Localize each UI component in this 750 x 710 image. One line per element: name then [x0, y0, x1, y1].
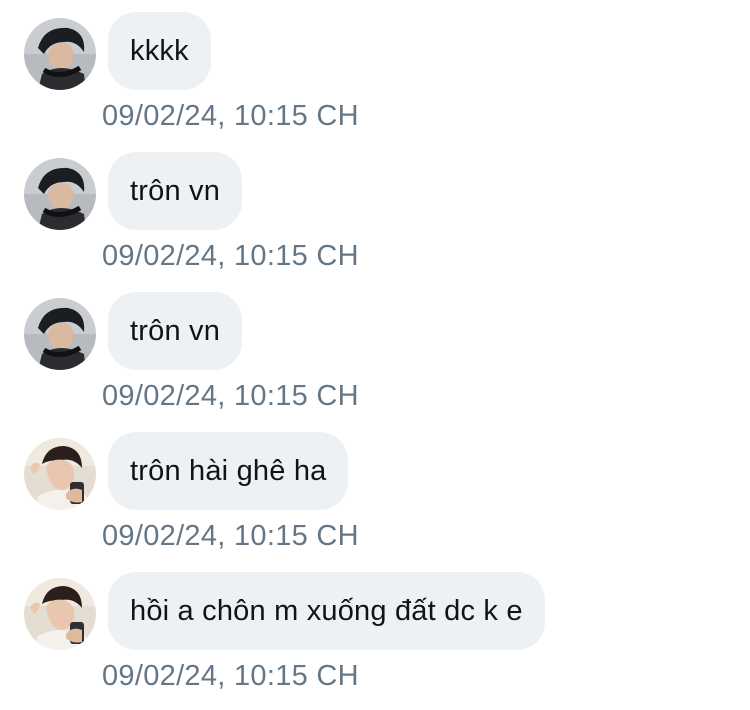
- avatar-photo: [24, 298, 96, 370]
- message-text: trôn hài ghê ha: [130, 454, 327, 487]
- message-row: hồi a chôn m xuống đất dc k e 09/02/24, …: [0, 560, 750, 700]
- avatar-photo: [24, 438, 96, 510]
- message-row: trôn hài ghê ha 09/02/24, 10:15 CH: [0, 420, 750, 560]
- message-row: trôn vn 09/02/24, 10:15 CH: [0, 140, 750, 280]
- avatar[interactable]: [24, 158, 96, 230]
- message-bubble[interactable]: kkkk: [108, 12, 211, 90]
- message-timestamp: 09/02/24, 10:15 CH: [102, 240, 359, 272]
- avatar-photo: [24, 578, 96, 650]
- avatar[interactable]: [24, 298, 96, 370]
- message-text: trôn vn: [130, 174, 221, 207]
- message-bubble[interactable]: trôn hài ghê ha: [108, 432, 349, 510]
- message-text: hồi a chôn m xuống đất dc k e: [130, 594, 523, 627]
- message-bubble[interactable]: hồi a chôn m xuống đất dc k e: [108, 572, 545, 650]
- avatar[interactable]: [24, 438, 96, 510]
- avatar-photo: [24, 158, 96, 230]
- message-text: kkkk: [130, 34, 189, 67]
- message-timestamp: 09/02/24, 10:15 CH: [102, 660, 359, 692]
- message-bubble[interactable]: trôn vn: [108, 292, 243, 370]
- avatar[interactable]: [24, 18, 96, 90]
- message-thread: kkkk 09/02/24, 10:15 CH trôn vn 09/02/24…: [0, 0, 750, 710]
- message-timestamp: 09/02/24, 10:15 CH: [102, 100, 359, 132]
- message-text: trôn vn: [130, 314, 221, 347]
- message-row: trôn vn 09/02/24, 10:15 CH: [0, 280, 750, 420]
- avatar[interactable]: [24, 578, 96, 650]
- avatar-photo: [24, 18, 96, 90]
- message-row: kkkk 09/02/24, 10:15 CH: [0, 0, 750, 140]
- message-bubble[interactable]: trôn vn: [108, 152, 243, 230]
- message-timestamp: 09/02/24, 10:15 CH: [102, 380, 359, 412]
- message-timestamp: 09/02/24, 10:15 CH: [102, 520, 359, 552]
